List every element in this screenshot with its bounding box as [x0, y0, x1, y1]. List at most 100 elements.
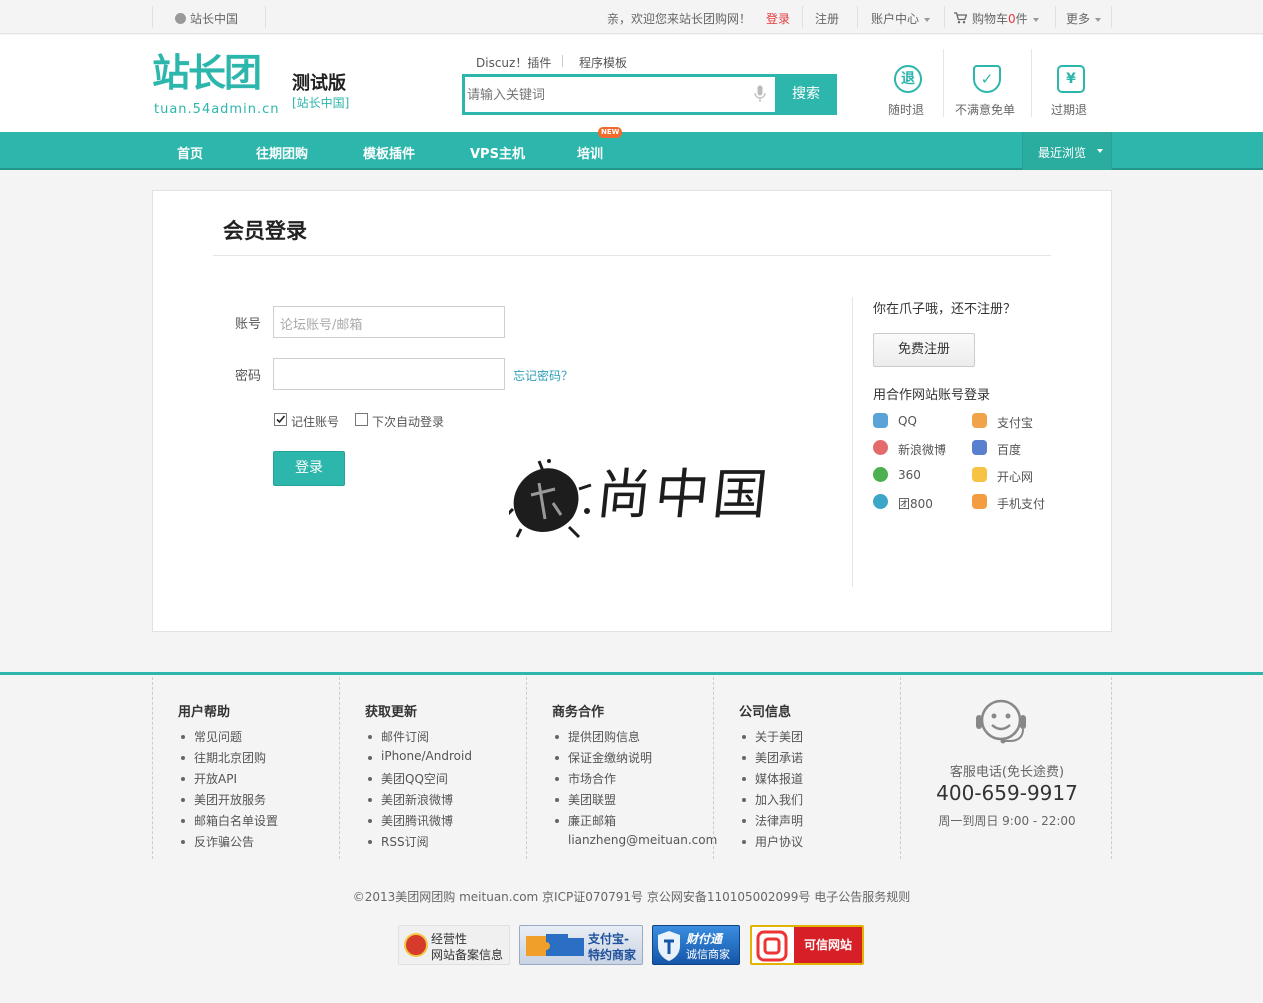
partner-baidu[interactable]: 百度 [972, 440, 1072, 458]
footer-link[interactable]: 用户协议 [741, 833, 803, 854]
hot-link-templates[interactable]: 程序模板 [579, 54, 627, 71]
page-title: 会员登录 [223, 219, 307, 243]
footer-link[interactable]: 邮箱白名单设置 [180, 812, 278, 833]
auto-login-checkbox[interactable] [355, 413, 368, 426]
trusted-site-logo-icon [756, 930, 788, 962]
footer-link[interactable]: 保证金缴纳说明 [554, 749, 652, 770]
footer-link[interactable]: 加入我们 [741, 791, 803, 812]
divider [802, 6, 803, 28]
badge-text: 财付通 [686, 932, 723, 946]
recent-viewed-menu[interactable]: 最近浏览 [1022, 132, 1112, 170]
footer-column-help: 用户帮助 常见问题 往期北京团购 开放API 美团开放服务 邮箱白名单设置 反诈… [152, 677, 339, 859]
divider [852, 297, 853, 587]
cart-menu[interactable]: 购物车0件 [954, 10, 1039, 27]
footer-link[interactable]: 美团承诺 [741, 749, 803, 770]
footer-link-list: 常见问题 往期北京团购 开放API 美团开放服务 邮箱白名单设置 反诈骗公告 [180, 728, 278, 854]
edition-title: 测试版 [292, 73, 346, 94]
logo[interactable]: 站长团 tuan.54admin.cn [152, 51, 278, 119]
login-submit-button[interactable]: 登录 [273, 451, 345, 486]
shield-check-icon: ✓ [973, 65, 1001, 93]
footer-link[interactable]: 关于美团 [741, 728, 803, 749]
footer-link[interactable]: 美团联盟 [554, 791, 652, 812]
badge-trusted-site[interactable]: 可信网站 [750, 925, 864, 965]
nav-vps[interactable]: VPS主机 [470, 143, 525, 162]
register-link[interactable]: 注册 [815, 10, 839, 27]
cart-suffix: 件 [1015, 12, 1028, 26]
footer-link[interactable]: 常见问题 [180, 728, 278, 749]
partner-alipay[interactable]: 支付宝 [972, 413, 1072, 431]
site-icon [175, 13, 186, 24]
password-input[interactable] [273, 358, 505, 390]
nav-home[interactable]: 首页 [177, 143, 203, 162]
footer-link[interactable]: 美团开放服务 [180, 791, 278, 812]
footer-link[interactable]: 往期北京团购 [180, 749, 278, 770]
footer-link[interactable]: 媒体报道 [741, 770, 803, 791]
account-center-menu[interactable]: 账户中心 [871, 10, 931, 27]
footer-email[interactable]: lianzheng@meituan.com [568, 833, 717, 847]
microphone-icon[interactable] [754, 85, 766, 104]
forgot-password-link[interactable]: 忘记密码？ [513, 367, 573, 384]
promise-expired-refund[interactable]: ¥ 过期退 [1043, 65, 1098, 125]
mobile-pay-icon [972, 494, 987, 509]
badge-alipay-merchant[interactable]: 支付宝- 特约商家 [519, 925, 643, 965]
promise-anytime-refund[interactable]: 退 随时退 [880, 65, 935, 125]
badge-text: 可信网站 [794, 927, 862, 963]
nav-training[interactable]: 培训 [577, 143, 603, 162]
footer-column-updates: 获取更新 邮件订阅 iPhone/Android 美团QQ空间 美团新浪微博 美… [339, 677, 526, 859]
badge-tenpay-merchant[interactable]: 财付通 诚信商家 [652, 925, 740, 965]
chevron-down-icon [1032, 17, 1039, 22]
footer-link[interactable]: 开放API [180, 770, 278, 791]
partner-qq[interactable]: QQ [873, 413, 973, 431]
promise-satisfaction[interactable]: ✓ 不满意免单 [950, 65, 1025, 125]
footer-link[interactable]: 法律声明 [741, 812, 803, 833]
footer-customer-service: 客服电话(免长途费) 400-659-9917 周一到周日 9:00 - 22:… [900, 677, 1112, 859]
account-label: 账号 [235, 317, 262, 332]
footer-link[interactable]: 反诈骗公告 [180, 833, 278, 854]
partner-360[interactable]: 360 [873, 467, 973, 485]
remember-checkbox[interactable] [274, 413, 287, 426]
footer-link[interactable]: 邮件订阅 [368, 728, 472, 749]
partner-weibo[interactable]: 新浪微博 [873, 440, 973, 458]
remember-label[interactable]: 记住账号 [291, 413, 339, 430]
footer-link[interactable]: 美团腾讯微博 [368, 812, 472, 833]
partner-kaixin[interactable]: 开心网 [972, 467, 1072, 485]
badge-icp-record[interactable]: 经营性 网站备案信息 [398, 925, 510, 965]
nav-past-deals[interactable]: 往期团购 [256, 143, 308, 162]
password-label: 密码 [235, 369, 262, 384]
site-link[interactable]: 站长中国 [175, 10, 238, 27]
footer-link[interactable]: 美团新浪微博 [368, 791, 472, 812]
360-icon [873, 467, 888, 482]
divider [562, 55, 563, 67]
weibo-icon [873, 440, 888, 455]
hot-link-discuz[interactable]: Discuz！插件 [476, 54, 551, 71]
promise-label: 过期退 [1051, 103, 1088, 117]
site-name: 站长中国 [190, 12, 239, 26]
partner-tuan800[interactable]: 团800 [873, 494, 973, 512]
footer-link[interactable]: 美团QQ空间 [368, 770, 472, 791]
auto-login-label[interactable]: 下次自动登录 [372, 413, 444, 430]
divider [213, 255, 1051, 256]
copyright: ©2013美团网团购 meituan.com 京ICP证070791号 京公网安… [352, 890, 911, 904]
more-menu[interactable]: 更多 [1066, 10, 1102, 27]
login-link[interactable]: 登录 [766, 10, 790, 27]
search-button[interactable]: 搜索 [775, 74, 837, 115]
site-header: 站长团 tuan.54admin.cn 测试版 [站长中国] Discuz！插件… [0, 35, 1263, 132]
service-label: 客服电话(免长途费) [949, 765, 1065, 780]
footer-link[interactable]: 提供团购信息 [554, 728, 652, 749]
search-input[interactable] [467, 81, 747, 109]
alipay-icon [972, 413, 987, 428]
divider [1055, 6, 1056, 28]
partner-label: 新浪微博 [898, 443, 947, 457]
footer-link[interactable]: 廉正邮箱 [554, 812, 652, 833]
calendar-yen-icon: ¥ [1057, 65, 1085, 93]
free-register-button[interactable]: 免费注册 [873, 333, 975, 367]
account-input[interactable]: 论坛账号/邮箱 [273, 306, 505, 338]
partner-login-title: 用合作网站账号登录 [873, 388, 991, 403]
footer-link[interactable]: 市场合作 [554, 770, 652, 791]
qq-icon [873, 413, 888, 428]
footer-link[interactable]: RSS订阅 [368, 833, 472, 854]
nav-templates-plugins[interactable]: 模板插件 [363, 143, 415, 162]
footer-column-title: 获取更新 [365, 705, 418, 720]
partner-mobile-pay[interactable]: 手机支付 [972, 494, 1072, 512]
footer-link[interactable]: iPhone/Android [368, 749, 472, 770]
